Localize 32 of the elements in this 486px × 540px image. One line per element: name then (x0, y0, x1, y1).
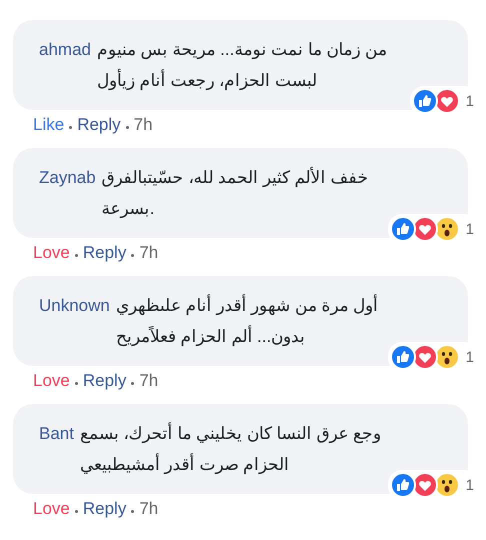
reaction-link[interactable]: Like (33, 114, 64, 136)
reaction-link[interactable]: Love (33, 370, 70, 392)
author-link[interactable]: Bant (39, 418, 74, 449)
reaction-count: 1 (466, 220, 474, 238)
separator-dot (131, 382, 134, 384)
reply-link[interactable]: Reply (82, 498, 126, 520)
separator-dot (131, 510, 134, 512)
comment-text: من زمان ما نمت نومة... مريحة بس منيوم لبست الحزام، رجعت أنام زيأول (96, 39, 388, 92)
comment-text: خفف الألم كثير الحمد لله، حسّيتبالفرق بسرعة. (102, 166, 370, 220)
comment-text: وجع عرق النسا كان يخليني ما أتحرك، بسمع الحزام صرت أقدر أمشيطبيعي (80, 421, 382, 476)
separator-dot (74, 510, 78, 512)
reaction-count: 1 (466, 92, 474, 110)
separator-dot (74, 254, 78, 256)
reply-link[interactable]: Reply (82, 242, 126, 264)
timestamp: 7h (134, 114, 153, 136)
timestamp: 7h (139, 370, 158, 392)
reaction-link[interactable]: Love (33, 498, 70, 520)
author-link[interactable]: Unknown (39, 290, 110, 321)
separator-dot (131, 254, 134, 256)
reply-link[interactable]: Reply (77, 114, 121, 136)
author-link[interactable]: Zaynab (39, 162, 96, 193)
timestamp: 7h (139, 498, 158, 520)
separator-dot (74, 382, 78, 384)
reaction-count: 1 (466, 476, 474, 494)
reaction-count: 1 (466, 348, 474, 366)
comment-text: أول مرة من شهور أقدر أنام علىظهري بدون... ألم الحزام فعلاًمريح (116, 293, 380, 348)
reaction-link[interactable]: Love (33, 242, 70, 264)
timestamp: 7h (139, 242, 158, 264)
author-link[interactable]: ahmad (39, 34, 91, 65)
separator-dot (69, 126, 72, 128)
separator-dot (126, 126, 129, 128)
reply-link[interactable]: Reply (82, 370, 126, 392)
